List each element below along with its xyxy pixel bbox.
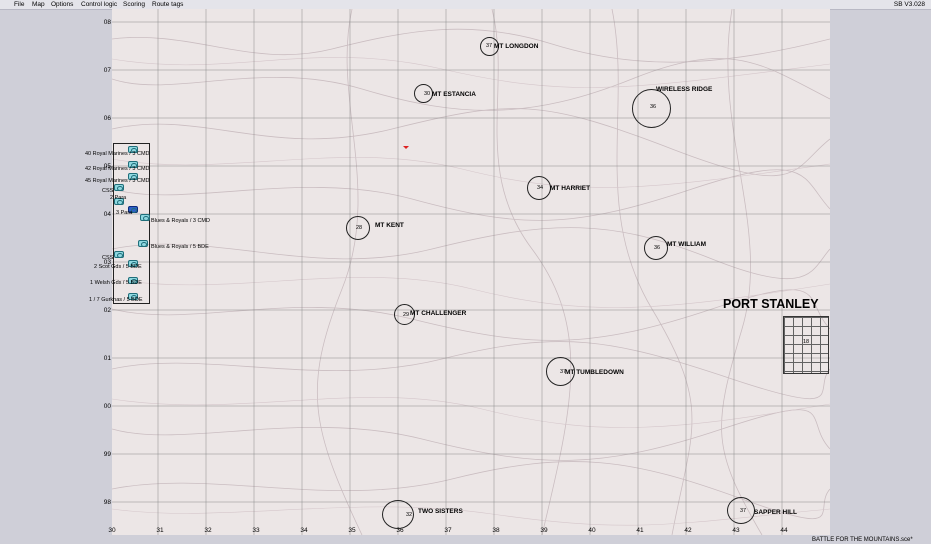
objective-value: 34	[536, 185, 544, 191]
objective-label: SAPPER HILL	[754, 509, 797, 516]
objective-label: MT TUMBLEDOWN	[565, 369, 624, 376]
unit-counter[interactable]	[138, 240, 148, 247]
version-label: SB V3.028	[893, 1, 925, 8]
y-tick: 07	[103, 67, 111, 74]
x-tick: 43	[732, 527, 740, 534]
menu-file[interactable]: File	[14, 0, 24, 9]
x-tick: 33	[252, 527, 260, 534]
unit-label: 2 Para	[110, 195, 127, 201]
x-tick: 42	[684, 527, 692, 534]
status-filename: BATTLE FOR THE MOUNTAINS.sce*	[812, 537, 913, 543]
unit-label: CSS	[102, 255, 114, 261]
y-tick: 98	[103, 499, 111, 506]
objective-value: 28	[355, 225, 363, 231]
menu-route-tags[interactable]: Route tags	[152, 0, 183, 9]
x-tick: 31	[156, 527, 164, 534]
topographic-map[interactable]	[112, 9, 830, 535]
objective-value: 37	[739, 508, 747, 514]
y-tick: 99	[103, 451, 111, 458]
y-tick: 06	[103, 115, 111, 122]
unit-label: Blues & Royals / 5 BDE	[151, 244, 209, 250]
x-tick: 34	[300, 527, 308, 534]
x-tick: 38	[492, 527, 500, 534]
objective-label: MT WILLIAM	[667, 241, 706, 248]
objective-label: MT HARRIET	[550, 185, 591, 192]
x-tick: 37	[444, 527, 452, 534]
objective-value: 36	[649, 104, 657, 110]
x-tick: 30	[108, 527, 116, 534]
x-tick: 41	[636, 527, 644, 534]
x-tick: 35	[348, 527, 356, 534]
objective-value: 36	[653, 245, 661, 251]
y-tick: 01	[103, 355, 111, 362]
x-tick: 32	[204, 527, 212, 534]
unit-label: Blues & Royals / 3 CMD	[151, 218, 210, 224]
x-tick: 44	[780, 527, 788, 534]
x-tick: 39	[540, 527, 548, 534]
map-grid	[112, 9, 830, 535]
x-tick: 40	[588, 527, 596, 534]
grid-lines	[112, 9, 830, 535]
unit-label: 1 Welsh Gds / 5 BDE	[90, 280, 142, 286]
unit-label: 3 Para	[116, 210, 133, 216]
objective-label: MT ESTANCIA	[432, 91, 476, 98]
unit-label: 40 Royal Marines / 3 CMD	[85, 151, 150, 157]
town-port-stanley[interactable]	[783, 316, 829, 374]
unit-counter[interactable]	[114, 184, 124, 191]
objective-label: MT CHALLENGER	[410, 310, 467, 317]
town-label: PORT STANLEY	[723, 297, 819, 311]
objective-label: MT LONGDON	[494, 43, 539, 50]
menu-scoring[interactable]: Scoring	[123, 0, 145, 9]
menu-control-logic[interactable]: Control logic	[81, 0, 117, 9]
menu-options[interactable]: Options	[51, 0, 73, 9]
objective-label: MT KENT	[375, 222, 404, 229]
y-tick: 00	[103, 403, 111, 410]
unit-label: 1 / 7 Gurkhas / 5 BDE	[89, 297, 143, 303]
town-value: 18	[803, 339, 810, 345]
map-marker	[403, 146, 409, 149]
unit-counter[interactable]	[140, 214, 150, 221]
menu-map[interactable]: Map	[32, 0, 45, 9]
objective-label: TWO SISTERS	[418, 508, 463, 515]
unit-label: 2 Scot Gds / 5 BDE	[94, 264, 142, 270]
y-tick: 08	[103, 19, 111, 26]
objective-value: 32	[405, 512, 413, 518]
unit-label: 42 Royal Marines / 3 CMD	[85, 166, 150, 172]
unit-counter[interactable]	[114, 251, 124, 258]
y-tick: 04	[103, 211, 111, 218]
unit-label: CSS	[102, 188, 114, 194]
y-tick: 02	[103, 307, 111, 314]
objective-label: WIRELESS RIDGE	[656, 86, 713, 93]
